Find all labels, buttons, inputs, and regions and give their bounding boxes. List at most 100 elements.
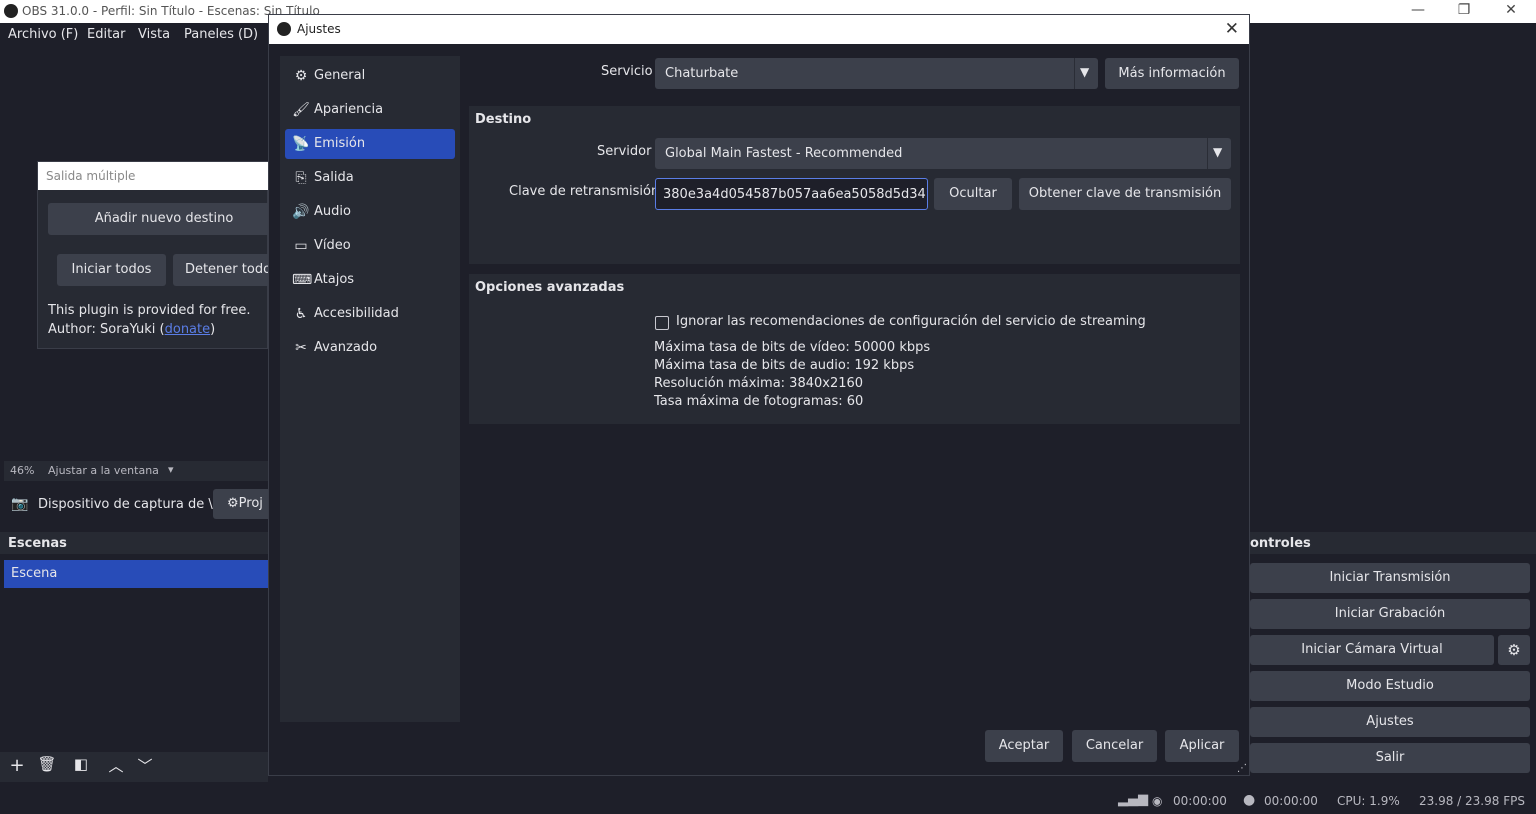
controls-header: ontroles — [1250, 532, 1536, 554]
broadcast-icon: 📡 — [292, 136, 310, 152]
nav-label: Apariencia — [314, 102, 384, 117]
start-record-button[interactable]: Iniciar Grabación — [1250, 599, 1530, 629]
zoom-level: 46% — [10, 464, 35, 477]
chevron-down-icon[interactable]: ﹀ — [132, 755, 158, 779]
nav-label: Emisión — [314, 136, 366, 151]
resize-grip-icon[interactable]: ⋰ — [1237, 763, 1247, 774]
settings-title: Ajustes — [297, 22, 341, 36]
add-destination-button[interactable]: Añadir nuevo destino — [48, 203, 280, 235]
scene-item-label: Escena — [11, 566, 58, 581]
tools-icon: ✂ — [295, 340, 307, 356]
destination-group: Destino Servidor Global Main Fastest - R… — [469, 106, 1240, 264]
ignore-recommendations-checkbox[interactable] — [655, 316, 669, 330]
chevron-down-icon: ▼ — [1080, 65, 1090, 79]
cpu-usage: CPU: 1.9% — [1337, 794, 1400, 808]
output-icon: ⎘ — [295, 170, 307, 186]
speaker-icon: 🔊 — [292, 204, 310, 220]
keyboard-icon: ⌨ — [292, 272, 313, 288]
nav-label: Audio — [314, 204, 351, 219]
properties-button[interactable]: ⚙Proj — [213, 489, 273, 519]
settings-dialog: Ajustes ✕ ⚙ General 🖌 Apariencia 📡 Emisi… — [268, 14, 1250, 776]
add-icon[interactable]: + — [4, 755, 30, 779]
advanced-header: Opciones avanzadas — [475, 280, 625, 295]
accept-button[interactable]: Aceptar — [985, 730, 1063, 762]
camera-icon: 📷 — [11, 496, 29, 512]
chevron-up-icon[interactable]: ︿ — [103, 755, 129, 779]
nav-audio[interactable]: 🔊 Audio — [285, 197, 455, 227]
settings-titlebar: Ajustes ✕ — [269, 15, 1249, 44]
menu-archivo[interactable]: Archivo (F) — [8, 27, 78, 42]
scene-item[interactable]: Escena — [4, 560, 268, 588]
service-select[interactable]: Chaturbate ▼ — [655, 58, 1098, 89]
start-stream-button[interactable]: Iniciar Transmisión — [1250, 563, 1530, 593]
max-audio-bitrate: Máxima tasa de bits de audio: 192 kbps — [654, 358, 915, 373]
multi-output-titlebar: Salida múltiple — [38, 162, 268, 190]
destination-header: Destino — [475, 112, 532, 127]
max-video-bitrate: Máxima tasa de bits de vídeo: 50000 kbps — [654, 340, 931, 355]
nav-label: Vídeo — [314, 238, 351, 253]
nav-general[interactable]: ⚙ General — [285, 61, 455, 91]
gear-icon: ⚙ — [227, 496, 239, 511]
server-select[interactable]: Global Main Fastest - Recommended ▼ — [655, 138, 1231, 169]
scenes-title: Escenas — [8, 536, 67, 551]
nav-stream[interactable]: 📡 Emisión — [285, 129, 455, 159]
nav-output[interactable]: ⎘ Salida — [285, 163, 455, 193]
stream-key-label: Clave de retransmisión — [509, 184, 660, 199]
multi-output-title: Salida múltiple — [46, 169, 136, 183]
record-time: 00:00:00 — [1264, 794, 1318, 808]
nav-appearance[interactable]: 🖌 Apariencia — [285, 95, 455, 125]
select-divider — [1074, 58, 1075, 89]
donate-link[interactable]: donate — [165, 322, 211, 337]
cancel-button[interactable]: Cancelar — [1072, 730, 1157, 762]
filter-icon[interactable]: ◧ — [68, 755, 94, 779]
settings-nav: ⚙ General 🖌 Apariencia 📡 Emisión ⎘ Salid… — [280, 56, 460, 722]
close-icon[interactable]: ✕ — [1225, 19, 1239, 39]
nav-hotkeys[interactable]: ⌨ Atajos — [285, 265, 455, 295]
max-resolution: Resolución máxima: 3840x2160 — [654, 376, 864, 391]
nav-video[interactable]: ▭ Vídeo — [285, 231, 455, 261]
scenes-toolbar: + 🗑 ◧ ︿ ﹀ — [0, 752, 268, 782]
close-button[interactable]: ✕ — [1501, 2, 1521, 18]
settings-button[interactable]: Ajustes — [1250, 707, 1530, 737]
more-info-button[interactable]: Más información — [1105, 58, 1239, 89]
fps-counter: 23.98 / 23.98 FPS — [1419, 794, 1525, 808]
nav-label: General — [314, 68, 366, 83]
chevron-down-icon[interactable]: ▾ — [168, 463, 174, 476]
nav-label: Salida — [314, 170, 354, 185]
minimize-button[interactable]: — — [1408, 2, 1428, 18]
menu-vista[interactable]: Vista — [138, 27, 170, 42]
gear-icon[interactable]: ⚙ — [1498, 635, 1530, 665]
get-stream-key-button[interactable]: Obtener clave de transmisión — [1019, 178, 1231, 210]
ignore-recommendations-label: Ignorar las recomendaciones de configura… — [676, 314, 1146, 329]
start-virtual-camera-button[interactable]: Iniciar Cámara Virtual — [1250, 635, 1494, 665]
chevron-down-icon: ▼ — [1213, 145, 1223, 159]
controls-dock: Iniciar Transmisión Iniciar Grabación In… — [1250, 555, 1536, 785]
menu-editar[interactable]: Editar — [87, 27, 126, 42]
select-divider — [1207, 138, 1208, 169]
start-all-button[interactable]: Iniciar todos — [57, 254, 166, 286]
properties-label: Proj — [238, 496, 263, 511]
menu-paneles[interactable]: Paneles (D) — [184, 27, 258, 42]
obs-logo-icon — [277, 22, 291, 36]
server-value: Global Main Fastest - Recommended — [665, 146, 903, 161]
hide-key-button[interactable]: Ocultar — [934, 178, 1012, 210]
stream-key-input[interactable]: 380e3a4d054587b057aa6ea5058d5d3474c — [655, 178, 928, 210]
studio-mode-button[interactable]: Modo Estudio — [1250, 671, 1530, 701]
stream-icon: ◉ — [1152, 794, 1163, 808]
gear-icon: ⚙ — [294, 68, 308, 84]
apply-button[interactable]: Aplicar — [1165, 730, 1239, 762]
stop-all-button[interactable]: Detener todo — [173, 254, 283, 286]
nav-accessibility[interactable]: ♿ Accesibilidad — [285, 299, 455, 329]
exit-button[interactable]: Salir — [1250, 743, 1530, 773]
author-suffix: ) — [210, 322, 216, 337]
service-value: Chaturbate — [665, 66, 739, 81]
trash-icon[interactable]: 🗑 — [34, 755, 60, 779]
monitor-icon: ▭ — [294, 238, 308, 254]
nav-label: Accesibilidad — [314, 306, 399, 321]
restore-button[interactable]: ❐ — [1454, 2, 1474, 18]
accessibility-icon: ♿ — [294, 306, 308, 322]
service-label: Servicio — [601, 64, 653, 79]
fit-to-window[interactable]: Ajustar a la ventana — [48, 464, 159, 477]
nav-advanced[interactable]: ✂ Avanzado — [285, 333, 455, 363]
multi-output-dock: Salida múltiple Añadir nuevo destino Ini… — [37, 161, 283, 349]
